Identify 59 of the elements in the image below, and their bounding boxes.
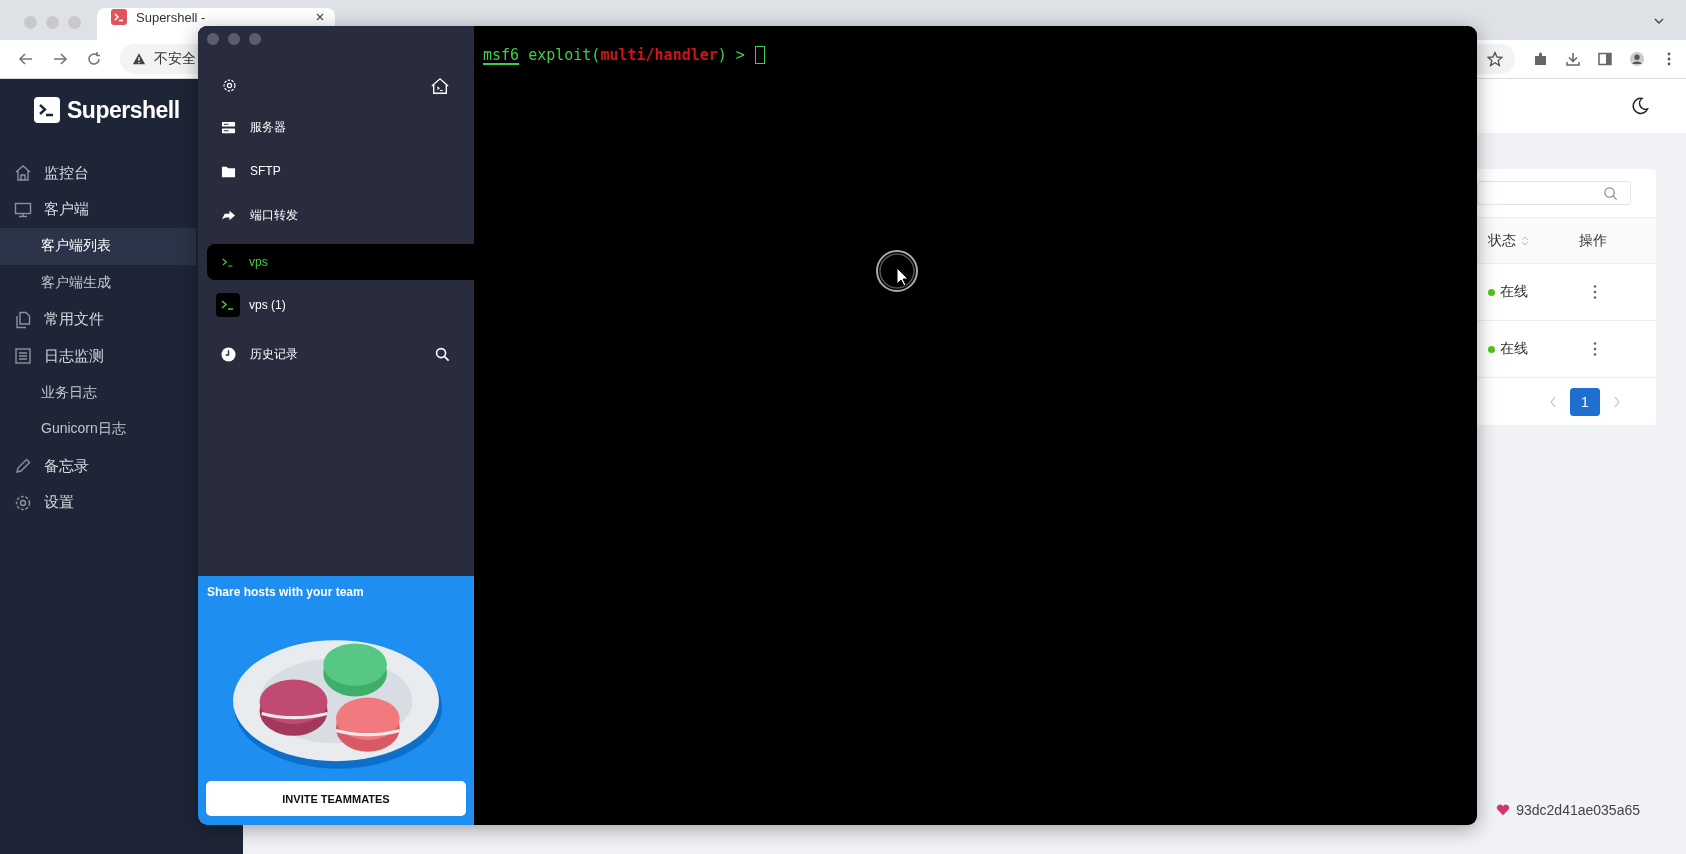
download-icon[interactable] bbox=[1565, 51, 1581, 67]
column-header[interactable]: 状态 bbox=[1488, 231, 1516, 250]
version-hash: 93dc2d41ae035a65 bbox=[1516, 802, 1640, 818]
invite-button[interactable]: INVITE TEAMMATES bbox=[206, 781, 466, 816]
back-icon[interactable] bbox=[18, 51, 34, 67]
menu-item[interactable]: 备忘录 bbox=[0, 447, 196, 485]
search-icon bbox=[1603, 185, 1618, 201]
search-icon[interactable] bbox=[435, 346, 450, 362]
submenu-item[interactable]: 业务日志 bbox=[0, 374, 196, 412]
forward-icon[interactable] bbox=[52, 51, 68, 67]
host-tab[interactable]: vps (1) bbox=[198, 280, 474, 330]
status-text: 在线 bbox=[1500, 340, 1528, 358]
history-item[interactable]: 历史记录 bbox=[198, 330, 474, 378]
submenu-item[interactable]: Gunicorn日志 bbox=[0, 411, 196, 448]
submenu-item[interactable]: 客户端列表 bbox=[0, 228, 196, 265]
monitor-icon bbox=[14, 200, 32, 219]
menu-item[interactable]: 设置 bbox=[0, 484, 196, 521]
terminal-prompt-icon bbox=[221, 256, 235, 268]
side-panel-icon[interactable] bbox=[1597, 51, 1613, 67]
home-icon[interactable] bbox=[430, 76, 450, 95]
profile-icon[interactable] bbox=[1629, 51, 1645, 67]
search-field[interactable] bbox=[1477, 181, 1631, 205]
host-tab[interactable]: vps bbox=[207, 244, 474, 280]
copy-icon bbox=[14, 310, 32, 329]
close-icon[interactable] bbox=[315, 12, 325, 22]
terminal-favicon-icon bbox=[111, 9, 127, 25]
menu-item[interactable]: 常用文件 bbox=[0, 301, 196, 338]
app-logo-text: Supershell bbox=[67, 96, 180, 124]
settings-icon[interactable] bbox=[222, 78, 237, 93]
reload-icon[interactable] bbox=[86, 51, 102, 67]
moon-icon[interactable] bbox=[1630, 96, 1650, 116]
menu-item[interactable]: 监控台 bbox=[0, 155, 196, 192]
status-text: 在线 bbox=[1500, 283, 1528, 301]
menu-item[interactable]: 日志监测 bbox=[0, 337, 196, 375]
terminal-logo-icon bbox=[34, 97, 60, 123]
heart-icon bbox=[1496, 804, 1511, 816]
list-icon bbox=[14, 347, 32, 366]
submenu-item[interactable]: 客户端生成 bbox=[0, 264, 196, 302]
pencil-icon bbox=[14, 457, 32, 476]
promo-title: Share hosts with your team bbox=[206, 584, 365, 601]
menu-item[interactable]: 客户端 bbox=[0, 191, 196, 229]
puzzle-icon[interactable] bbox=[1533, 51, 1549, 67]
server-icon bbox=[221, 119, 236, 135]
more-icon[interactable] bbox=[1593, 341, 1597, 357]
page-button[interactable]: 1 bbox=[1570, 387, 1600, 416]
home-icon bbox=[14, 164, 32, 183]
star-icon[interactable] bbox=[1487, 51, 1503, 67]
settings-icon bbox=[14, 493, 32, 512]
terminal-prompt-icon bbox=[216, 293, 240, 317]
warning-icon bbox=[132, 52, 146, 66]
terminal-prompt: msf6 exploit(multi/handler) > bbox=[483, 46, 745, 64]
clock-icon bbox=[221, 346, 236, 362]
text-cursor bbox=[754, 46, 765, 64]
mouse-pointer-icon bbox=[874, 248, 920, 294]
nav-item[interactable]: SFTP bbox=[198, 149, 474, 193]
nav-item[interactable]: 服务器 bbox=[198, 105, 474, 149]
nav-item[interactable]: 端口转发 bbox=[198, 193, 474, 237]
column-header: 操作 bbox=[1579, 231, 1607, 250]
more-icon[interactable] bbox=[1593, 284, 1597, 300]
